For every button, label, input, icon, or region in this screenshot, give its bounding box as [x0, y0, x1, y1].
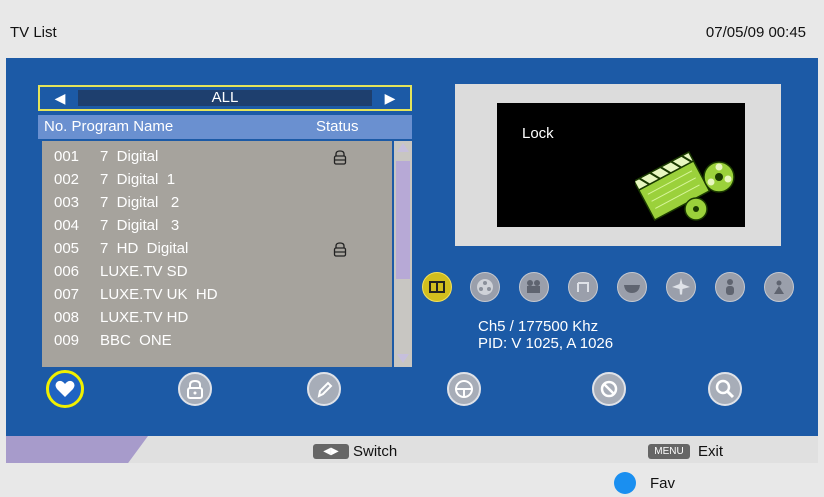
- channel-name: 7 Digital 2: [100, 194, 180, 211]
- pid-text: PID: V 1025, A 1026: [478, 335, 614, 352]
- frequency-text: Ch5 / 177500 Khz: [478, 318, 599, 335]
- category-selector[interactable]: ◀ ALL ▶: [38, 85, 412, 111]
- channel-list-panel: ◀ ALL ▶ No. Program Name Status 001 7 Dig…: [38, 85, 414, 367]
- channel-row[interactable]: 003 7 Digital 2: [42, 191, 392, 214]
- category-name: ALL: [78, 90, 372, 106]
- skip-button[interactable]: [447, 372, 481, 406]
- person-small-icon[interactable]: [764, 272, 794, 302]
- bowl-icon[interactable]: [617, 272, 647, 302]
- lock-button[interactable]: [178, 372, 212, 406]
- preview-screen: Lock: [497, 103, 745, 227]
- page-title: TV List: [10, 24, 57, 41]
- list-scrollbar[interactable]: [394, 141, 412, 367]
- channel-number: 006: [54, 263, 80, 280]
- action-buttons: [0, 370, 824, 418]
- arrow-left-icon[interactable]: ◀: [50, 90, 70, 107]
- find-button[interactable]: [708, 372, 742, 406]
- footer-bar: ◀▶ Switch MENU Exit Fav: [0, 436, 824, 497]
- channel-name: 7 HD Digital: [100, 240, 189, 257]
- delete-icon: [600, 380, 618, 398]
- exit-label: Exit: [698, 443, 724, 460]
- channel-name: 7 Digital 1: [100, 171, 176, 188]
- signal-info: Ch5 / 177500 Khz PID: V 1025, A 1026: [478, 318, 613, 352]
- channel-name: 7 Digital: [100, 148, 159, 165]
- channel-number: 009: [54, 332, 80, 349]
- arrow-right-icon[interactable]: ▶: [380, 90, 400, 107]
- heart-icon: [55, 380, 75, 397]
- preview-window: Lock: [455, 84, 781, 246]
- date-time: 07/05/09 00:45: [705, 24, 806, 41]
- genre-icons: [422, 272, 812, 306]
- lock-icon: [333, 241, 347, 261]
- magnifier-icon: [715, 379, 735, 399]
- preview-message: Lock: [522, 125, 554, 142]
- skip-icon: [455, 380, 473, 398]
- news-camera-icon[interactable]: [519, 272, 549, 302]
- menu-key: MENU: [648, 444, 690, 459]
- favorite-button[interactable]: [46, 370, 84, 408]
- channel-rows: 001 7 Digital 002 7 Digital 1 003 7 Digital 2…: [42, 141, 392, 367]
- channel-number: 001: [54, 148, 80, 165]
- channel-number: 008: [54, 309, 80, 326]
- tv-icon[interactable]: [422, 272, 452, 302]
- lock-icon: [187, 379, 203, 399]
- channel-name: LUXE.TV UK HD: [100, 286, 218, 303]
- channel-row[interactable]: 009 BBC ONE: [42, 329, 392, 352]
- film-clapper-icon: [635, 151, 735, 222]
- person-icon[interactable]: [715, 272, 745, 302]
- pencil-icon: [317, 381, 333, 398]
- music-icon[interactable]: [568, 272, 598, 302]
- left-right-key-icon: ◀▶: [313, 444, 349, 459]
- scroll-up-icon[interactable]: [397, 143, 409, 152]
- scroll-down-icon[interactable]: [397, 354, 409, 363]
- channel-name: LUXE.TV HD: [100, 309, 189, 326]
- channel-name: 7 Digital 3: [100, 217, 180, 234]
- edit-button[interactable]: [307, 372, 341, 406]
- delete-button[interactable]: [592, 372, 626, 406]
- channel-number: 003: [54, 194, 80, 211]
- lock-icon: [333, 149, 347, 169]
- channel-row[interactable]: 002 7 Digital 1: [42, 168, 392, 191]
- channel-row[interactable]: 001 7 Digital: [42, 145, 392, 168]
- channel-number: 004: [54, 217, 80, 234]
- title-bar: TV List 07/05/09 00:45: [0, 0, 824, 58]
- film-reel-icon[interactable]: [470, 272, 500, 302]
- fav-label: Fav: [650, 475, 676, 492]
- channel-number: 002: [54, 171, 80, 188]
- channel-row[interactable]: 005 7 HD Digital: [42, 237, 392, 260]
- channel-number: 007: [54, 286, 80, 303]
- list-header: No. Program Name Status: [38, 115, 412, 139]
- channel-name: LUXE.TV SD: [100, 263, 188, 280]
- column-status: Status: [316, 118, 359, 135]
- channel-row[interactable]: 006 LUXE.TV SD: [42, 260, 392, 283]
- channel-row[interactable]: 008 LUXE.TV HD: [42, 306, 392, 329]
- channel-number: 005: [54, 240, 80, 257]
- blue-key-icon: [614, 472, 636, 494]
- airplane-icon[interactable]: [666, 272, 696, 302]
- channel-name: BBC ONE: [100, 332, 172, 349]
- scroll-thumb[interactable]: [396, 161, 410, 279]
- channel-row[interactable]: 007 LUXE.TV UK HD: [42, 283, 392, 306]
- footer-accent: [6, 436, 148, 463]
- channel-row[interactable]: 004 7 Digital 3: [42, 214, 392, 237]
- column-program-name: No. Program Name: [44, 118, 174, 135]
- switch-label: Switch: [353, 443, 398, 460]
